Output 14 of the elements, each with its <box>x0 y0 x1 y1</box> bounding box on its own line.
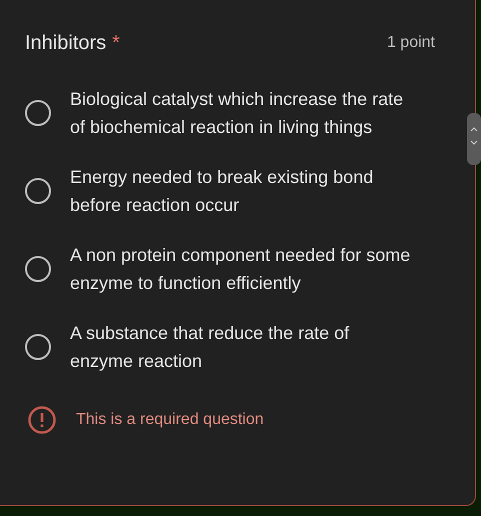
option-label: A substance that reduce the rate of enzyme reaction <box>70 322 350 373</box>
question-title: Inhibitors <box>25 31 106 56</box>
option-label: Biological catalyst which increase the rate of biochemical reaction in living things <box>70 88 404 139</box>
points-label: 1 point <box>386 33 435 53</box>
error-icon <box>27 405 57 435</box>
radio-button[interactable] <box>25 334 51 360</box>
radio-button[interactable] <box>25 100 51 126</box>
scroll-handle-icon[interactable] <box>467 113 481 165</box>
required-mark: * <box>112 31 120 56</box>
radio-button[interactable] <box>25 256 51 282</box>
error-message: This is a required question <box>76 410 264 430</box>
option-label: A non protein component needed for some enzyme to function efficiently <box>70 244 412 295</box>
option-label: Energy needed to break existing bond before reaction occur <box>70 166 374 217</box>
radio-button[interactable] <box>25 178 51 204</box>
